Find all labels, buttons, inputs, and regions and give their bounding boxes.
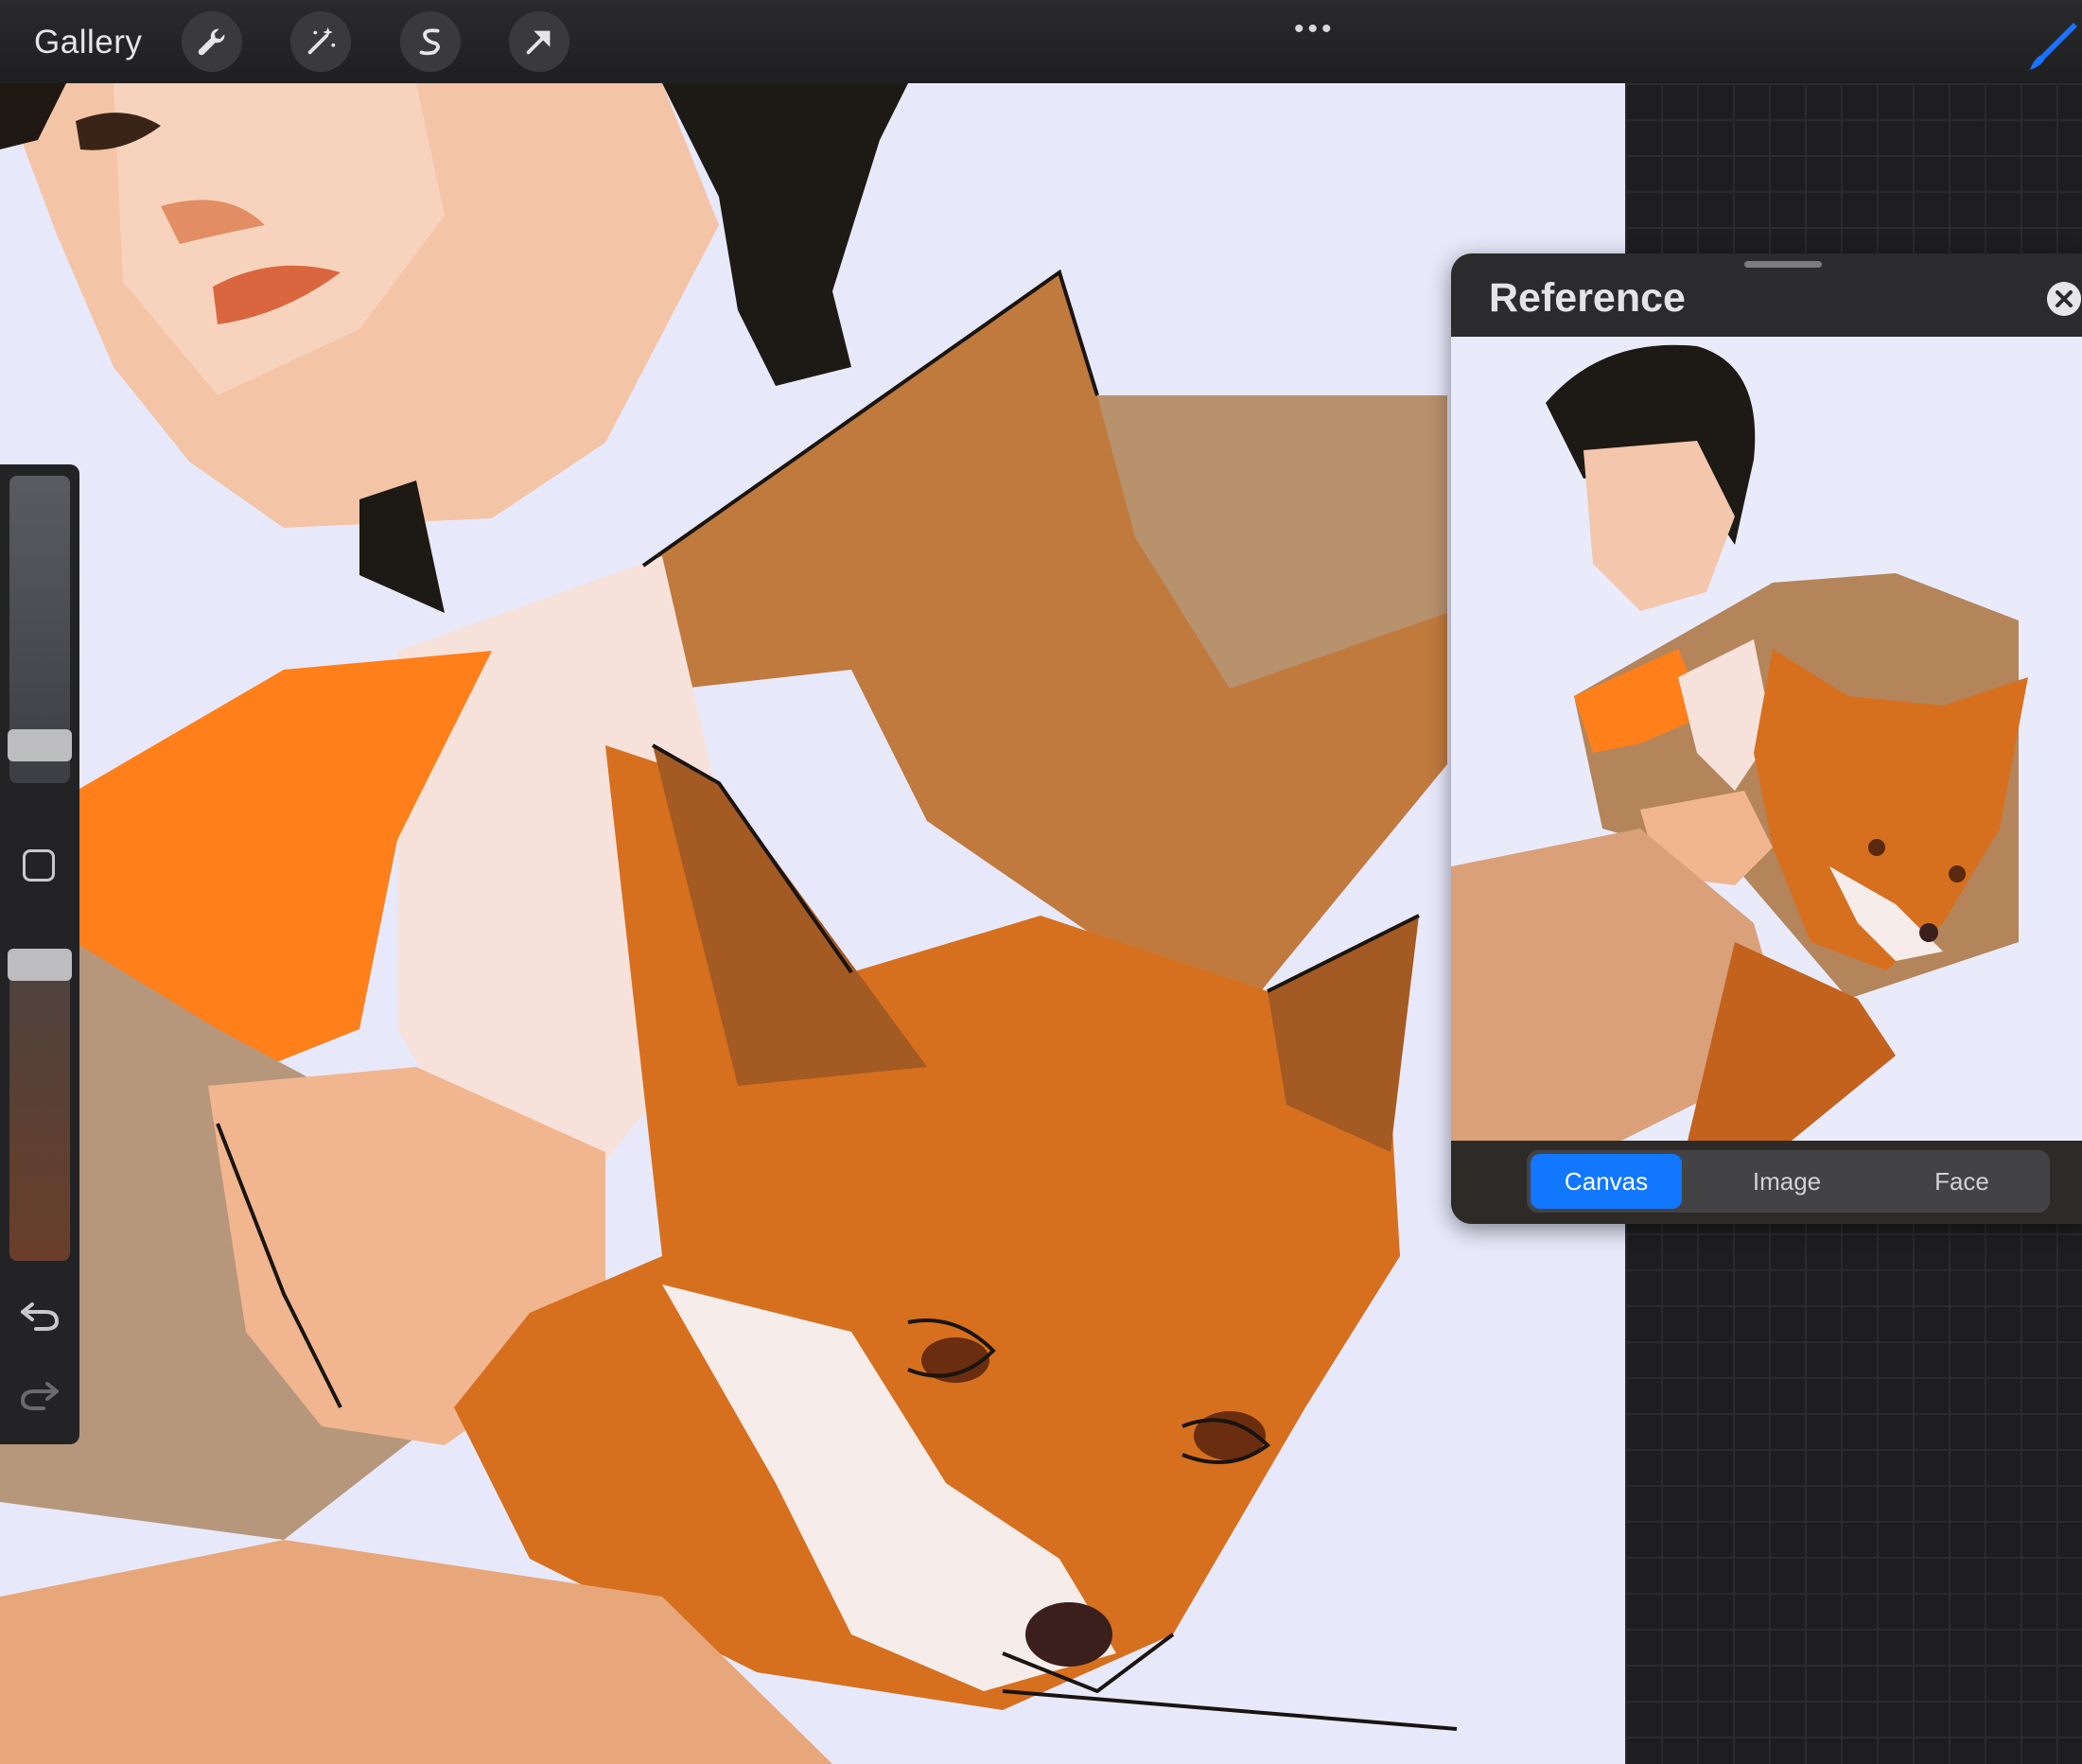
modify-button[interactable] [23, 849, 55, 882]
wrench-icon [198, 28, 225, 56]
undo-icon[interactable] [19, 1297, 61, 1335]
tab-face[interactable]: Face [1886, 1154, 2038, 1209]
reference-title: Reference [1489, 275, 1686, 321]
adjustments-button[interactable] [290, 11, 351, 72]
fox-nose [1025, 1602, 1112, 1667]
tab-canvas[interactable]: Canvas [1531, 1154, 1682, 1209]
opacity-slider[interactable] [8, 949, 72, 1261]
left-sidebar [0, 464, 79, 1444]
selection-button[interactable] [400, 11, 461, 72]
close-icon[interactable] [2047, 282, 2081, 316]
reference-panel[interactable]: Reference Canvas Image Face [1451, 253, 2082, 1224]
gallery-button[interactable]: Gallery [34, 19, 142, 66]
more-options-icon[interactable]: ••• [1294, 13, 1336, 45]
reference-preview [1451, 337, 2082, 1141]
selection-icon [419, 28, 441, 56]
top-toolbar: Gallery ••• [0, 0, 2082, 83]
opacity-thumb[interactable] [8, 949, 72, 981]
transform-arrow-icon [526, 30, 551, 55]
artwork [0, 83, 1458, 1764]
brush-size-slider[interactable] [8, 476, 72, 783]
reference-mode-control: Canvas Image Face [1527, 1150, 2050, 1213]
reference-artwork [1451, 344, 2028, 1141]
brush-size-thumb[interactable] [8, 729, 72, 761]
drag-handle[interactable] [1744, 261, 1822, 268]
drawing-canvas[interactable] [0, 83, 1625, 1764]
redo-icon[interactable] [19, 1376, 61, 1414]
brush-icon[interactable] [2024, 17, 2081, 74]
magic-wand-icon [307, 26, 336, 55]
reference-mode-bar: Canvas Image Face [1451, 1141, 2082, 1224]
transform-button[interactable] [509, 11, 569, 72]
actions-button[interactable] [182, 11, 242, 72]
tab-image[interactable]: Image [1711, 1154, 1863, 1209]
